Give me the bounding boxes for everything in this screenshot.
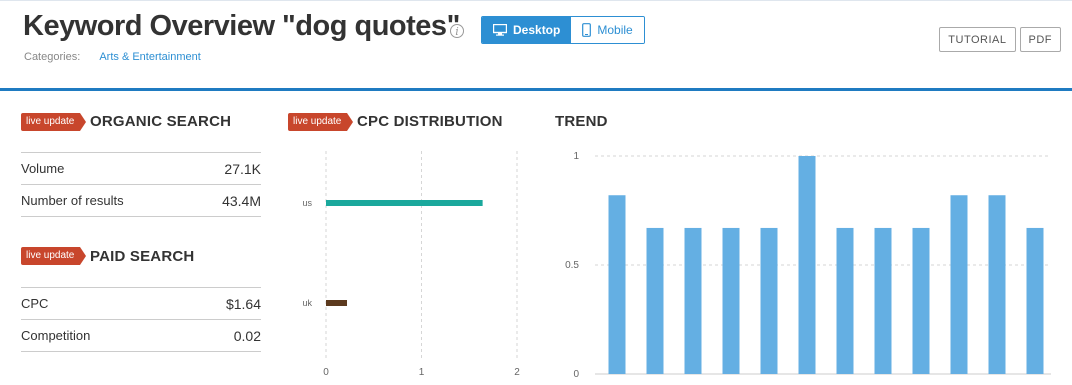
mobile-label: Mobile (597, 23, 633, 37)
bar (608, 195, 626, 374)
bar (760, 227, 778, 374)
y-tick-label: 1 (573, 151, 579, 162)
section-divider (0, 88, 1072, 91)
cpc-title: CPC DISTRIBUTION (357, 113, 503, 130)
bar (684, 227, 702, 374)
top-border (0, 0, 1072, 1)
metric-row: CPC $1.64 (21, 287, 261, 319)
metric-value: 0.02 (233, 327, 261, 344)
categories-label: Categories: (24, 51, 81, 63)
bar (1026, 227, 1044, 374)
metric-row: Competition 0.02 (21, 319, 261, 351)
bar (326, 300, 348, 306)
row-divider (21, 216, 261, 217)
tutorial-button[interactable]: TUTORIAL (939, 27, 1016, 52)
x-tick-label: 0 (323, 367, 329, 378)
y-tick-label: 0.5 (565, 260, 579, 271)
bar (326, 200, 483, 206)
bar (722, 227, 740, 374)
metric-label: Competition (21, 328, 91, 343)
trend-chart: 00.51 (565, 151, 1051, 380)
live-update-badge: live update (288, 113, 354, 131)
y-tick-label: uk (302, 298, 312, 308)
desktop-button[interactable]: Desktop (482, 17, 572, 43)
desktop-label: Desktop (513, 23, 561, 37)
metric-value: 43.4M (222, 192, 261, 209)
header-actions: TUTORIAL PDF (939, 27, 1061, 52)
bar (646, 227, 664, 374)
metric-label: Volume (21, 161, 65, 176)
metric-label: CPC (21, 296, 49, 311)
live-update-badge: live update (21, 113, 87, 131)
bar (988, 195, 1006, 374)
x-tick-label: 2 (514, 367, 520, 378)
live-update-badge: live update (21, 247, 87, 265)
pdf-button[interactable]: PDF (1019, 27, 1061, 52)
row-divider (21, 351, 261, 352)
metric-row: Number of results 43.4M (21, 184, 261, 216)
bar (874, 227, 892, 374)
x-tick-label: 1 (419, 367, 425, 378)
page-title: Keyword Overview "dog quotes" (23, 10, 460, 42)
paid-title: PAID SEARCH (90, 248, 195, 265)
mobile-button[interactable]: Mobile (571, 17, 644, 43)
info-icon[interactable]: i (450, 24, 464, 38)
metric-row: Volume 27.1K (21, 152, 261, 184)
phone-icon (582, 23, 592, 37)
monitor-icon (493, 24, 507, 36)
metric-value: 27.1K (224, 160, 261, 177)
bar (912, 227, 930, 374)
metric-value: $1.64 (225, 295, 261, 312)
y-tick-label: 0 (573, 369, 579, 380)
organic-title: ORGANIC SEARCH (90, 113, 232, 130)
device-toggle: Desktop Mobile (481, 16, 645, 44)
bar (836, 227, 854, 374)
cpc-distribution-chart: 0 1 2 us uk (302, 151, 520, 378)
category-link[interactable]: Arts & Entertainment (99, 51, 201, 63)
metric-label: Number of results (21, 193, 124, 208)
bar (950, 195, 968, 374)
bar (798, 156, 816, 374)
y-tick-label: us (302, 198, 312, 208)
trend-title: TREND (555, 113, 608, 130)
categories: Categories: Arts & Entertainment (24, 51, 201, 63)
